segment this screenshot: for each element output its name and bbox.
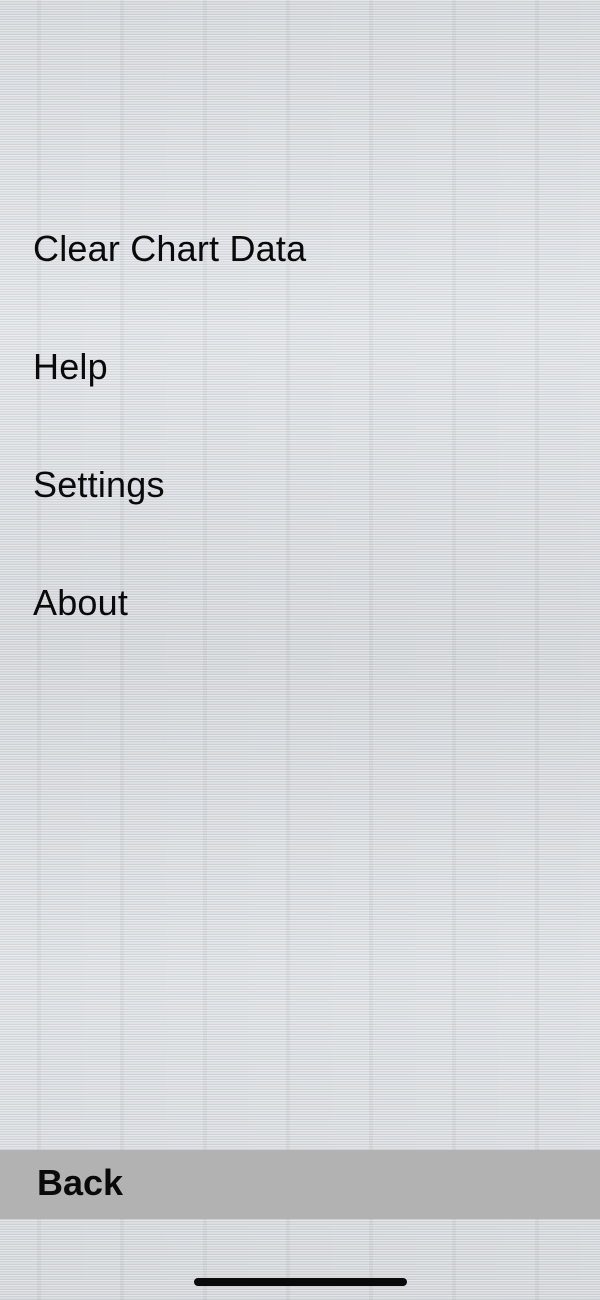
back-button-label: Back: [37, 1162, 124, 1203]
menu-item-about[interactable]: About: [0, 544, 600, 662]
home-indicator[interactable]: [194, 1278, 407, 1286]
options-menu: Clear Chart Data Help Settings About: [0, 190, 600, 662]
menu-item-settings[interactable]: Settings: [0, 426, 600, 544]
menu-item-clear-chart-data[interactable]: Clear Chart Data: [0, 190, 600, 308]
back-button[interactable]: Back: [0, 1150, 600, 1219]
menu-item-help[interactable]: Help: [0, 308, 600, 426]
